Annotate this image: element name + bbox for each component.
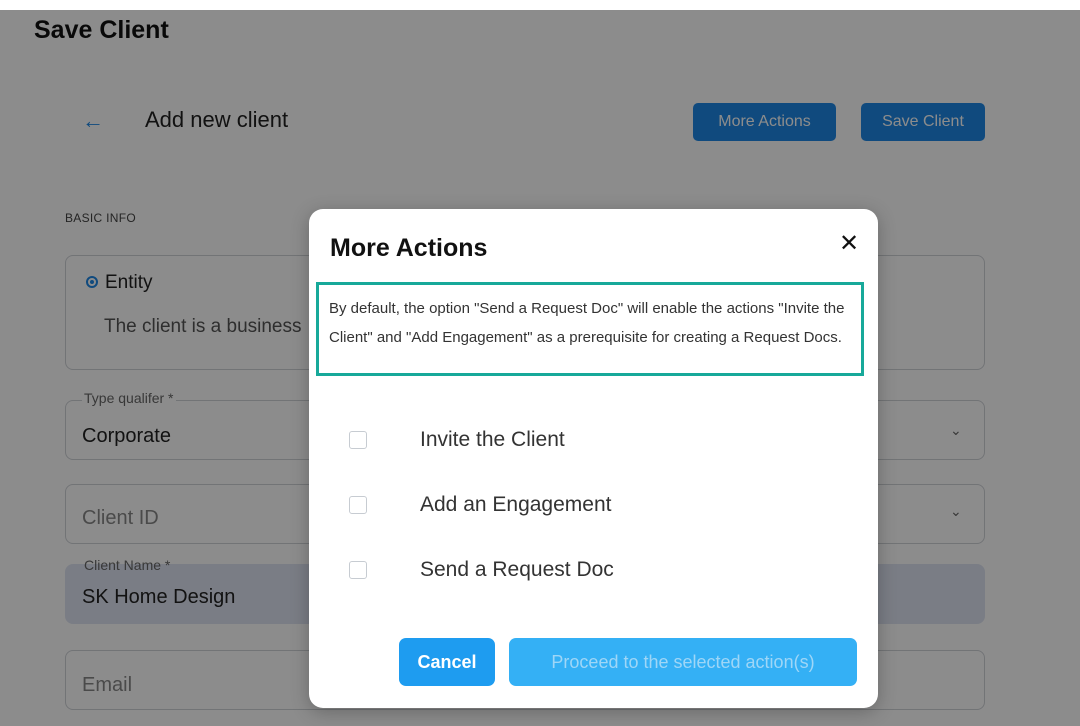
info-note: By default, the option "Send a Request D… — [316, 282, 864, 376]
close-icon[interactable]: ✕ — [835, 229, 863, 257]
send-request-doc-checkbox[interactable] — [349, 561, 367, 579]
more-actions-modal: More Actions ✕ By default, the option "S… — [309, 209, 878, 708]
option-label: Add an Engagement — [420, 493, 612, 516]
proceed-button[interactable]: Proceed to the selected action(s) — [509, 638, 857, 686]
top-strip — [0, 0, 1080, 10]
option-invite-client[interactable]: Invite the Client — [349, 425, 565, 455]
option-label: Send a Request Doc — [420, 558, 614, 581]
option-send-request-doc[interactable]: Send a Request Doc — [349, 555, 614, 585]
option-add-engagement[interactable]: Add an Engagement — [349, 490, 611, 520]
option-label: Invite the Client — [420, 428, 565, 451]
modal-title: More Actions — [330, 234, 488, 262]
add-engagement-checkbox[interactable] — [349, 496, 367, 514]
cancel-button[interactable]: Cancel — [399, 638, 495, 686]
invite-client-checkbox[interactable] — [349, 431, 367, 449]
